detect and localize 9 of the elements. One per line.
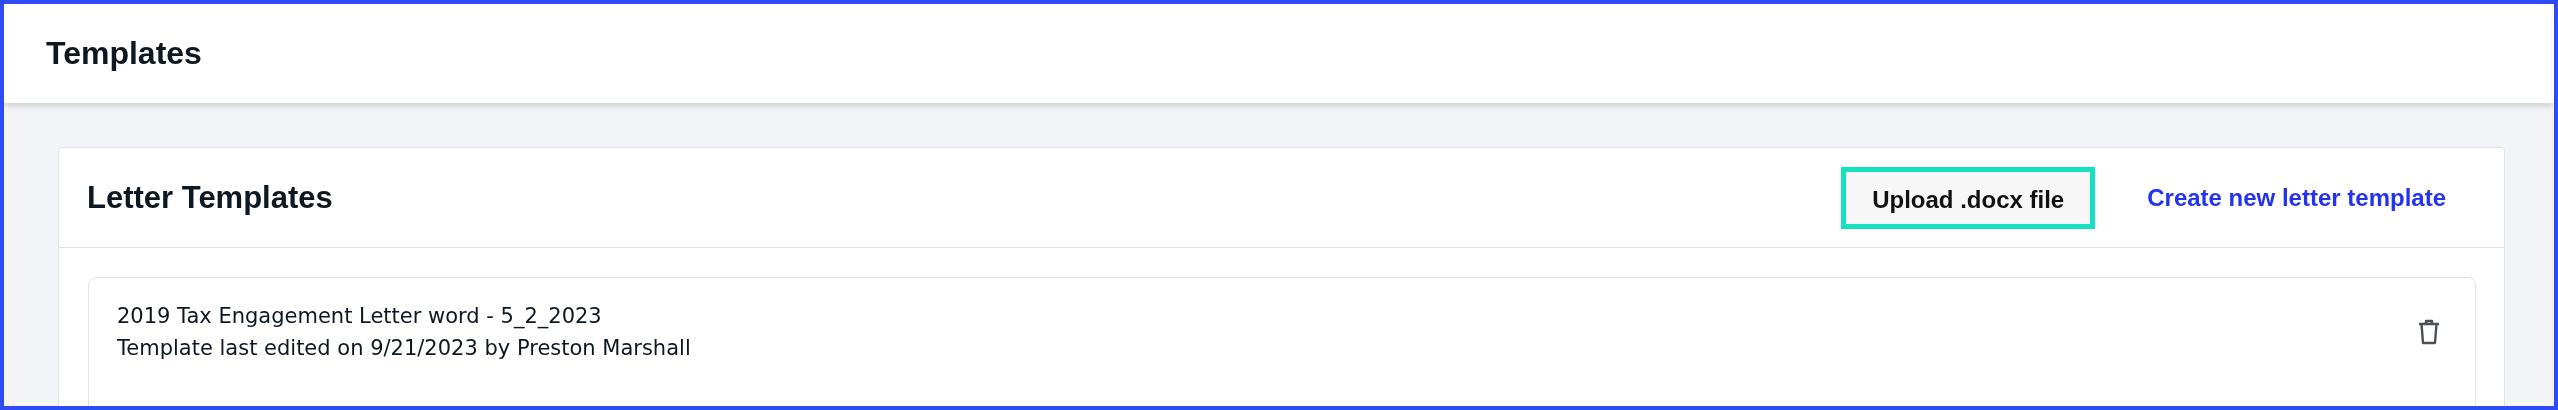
template-meta: Template last edited on 9/21/2023 by Preston Marshall bbox=[117, 336, 691, 360]
delete-button[interactable] bbox=[2418, 319, 2440, 345]
page-title: Templates bbox=[46, 35, 202, 72]
template-item[interactable]: 2019 Tax Engagement Letter word - 5_2_2023 Template last edited on 9/21/2023 by Preston Marshall bbox=[88, 277, 2476, 406]
card-title: Letter Templates bbox=[87, 179, 333, 216]
upload-button[interactable]: Upload .docx file bbox=[1841, 166, 2096, 229]
create-template-link[interactable]: Create new letter template bbox=[2147, 183, 2446, 212]
trash-icon bbox=[2418, 319, 2440, 345]
template-name: 2019 Tax Engagement Letter word - 5_2_2023 bbox=[117, 304, 603, 328]
